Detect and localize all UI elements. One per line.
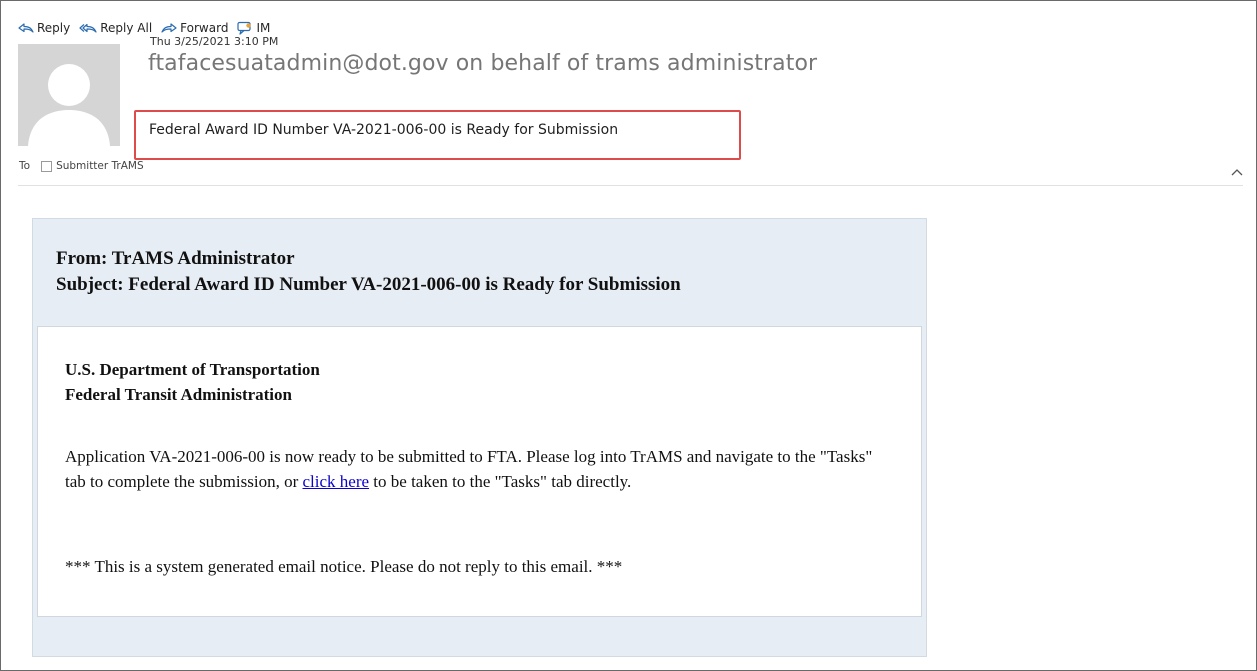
im-label: IM bbox=[256, 21, 271, 35]
to-label: To bbox=[19, 160, 31, 172]
reply-icon bbox=[18, 23, 34, 33]
reply-all-icon bbox=[79, 23, 97, 33]
department-heading: U.S. Department of Transportation Federa… bbox=[65, 357, 320, 407]
email-window: Reply Reply All Forward IM Thu 3/25/2021… bbox=[0, 0, 1257, 671]
email-body-panel: From: TrAMS Administrator Subject: Feder… bbox=[32, 218, 927, 657]
email-header: From: TrAMS Administrator Subject: Feder… bbox=[56, 246, 681, 298]
reply-label: Reply bbox=[37, 21, 71, 35]
message-date: Thu 3/25/2021 3:10 PM bbox=[150, 35, 279, 48]
recipient-name[interactable]: Submitter TrAMS bbox=[56, 160, 144, 172]
subject-line: Subject: Federal Award ID Number VA-2021… bbox=[56, 274, 681, 295]
email-body-paragraph: Application VA-2021-006-00 is now ready … bbox=[65, 444, 895, 494]
body-text-part2: to be taken to the "Tasks" tab directly. bbox=[369, 472, 632, 491]
sender-avatar bbox=[18, 44, 120, 146]
header-divider bbox=[18, 185, 1243, 186]
im-button[interactable]: IM bbox=[237, 21, 270, 35]
forward-button[interactable]: Forward bbox=[161, 21, 228, 35]
recipient-row: To Submitter TrAMS bbox=[19, 160, 144, 172]
collapse-header-button[interactable] bbox=[1231, 163, 1243, 181]
reply-all-button[interactable]: Reply All bbox=[79, 21, 152, 35]
reply-button[interactable]: Reply bbox=[18, 21, 70, 35]
instant-message-icon bbox=[237, 21, 252, 35]
forward-icon bbox=[161, 23, 177, 33]
email-content-card: U.S. Department of Transportation Federa… bbox=[37, 326, 922, 617]
person-silhouette-icon bbox=[28, 64, 110, 146]
department-line: U.S. Department of Transportation bbox=[65, 360, 320, 379]
sender-name[interactable]: ftafacesuatadmin@dot.gov on behalf of tr… bbox=[148, 51, 817, 76]
from-line: From: TrAMS Administrator bbox=[56, 248, 295, 269]
chevron-up-icon bbox=[1231, 169, 1243, 176]
click-here-link[interactable]: click here bbox=[303, 472, 370, 491]
message-subject: Federal Award ID Number VA-2021-006-00 i… bbox=[149, 122, 619, 138]
recipient-checkbox[interactable] bbox=[41, 160, 53, 172]
reply-all-label: Reply All bbox=[100, 21, 153, 35]
system-notice: *** This is a system generated email not… bbox=[65, 557, 623, 576]
administration-line: Federal Transit Administration bbox=[65, 385, 292, 404]
forward-label: Forward bbox=[180, 21, 229, 35]
